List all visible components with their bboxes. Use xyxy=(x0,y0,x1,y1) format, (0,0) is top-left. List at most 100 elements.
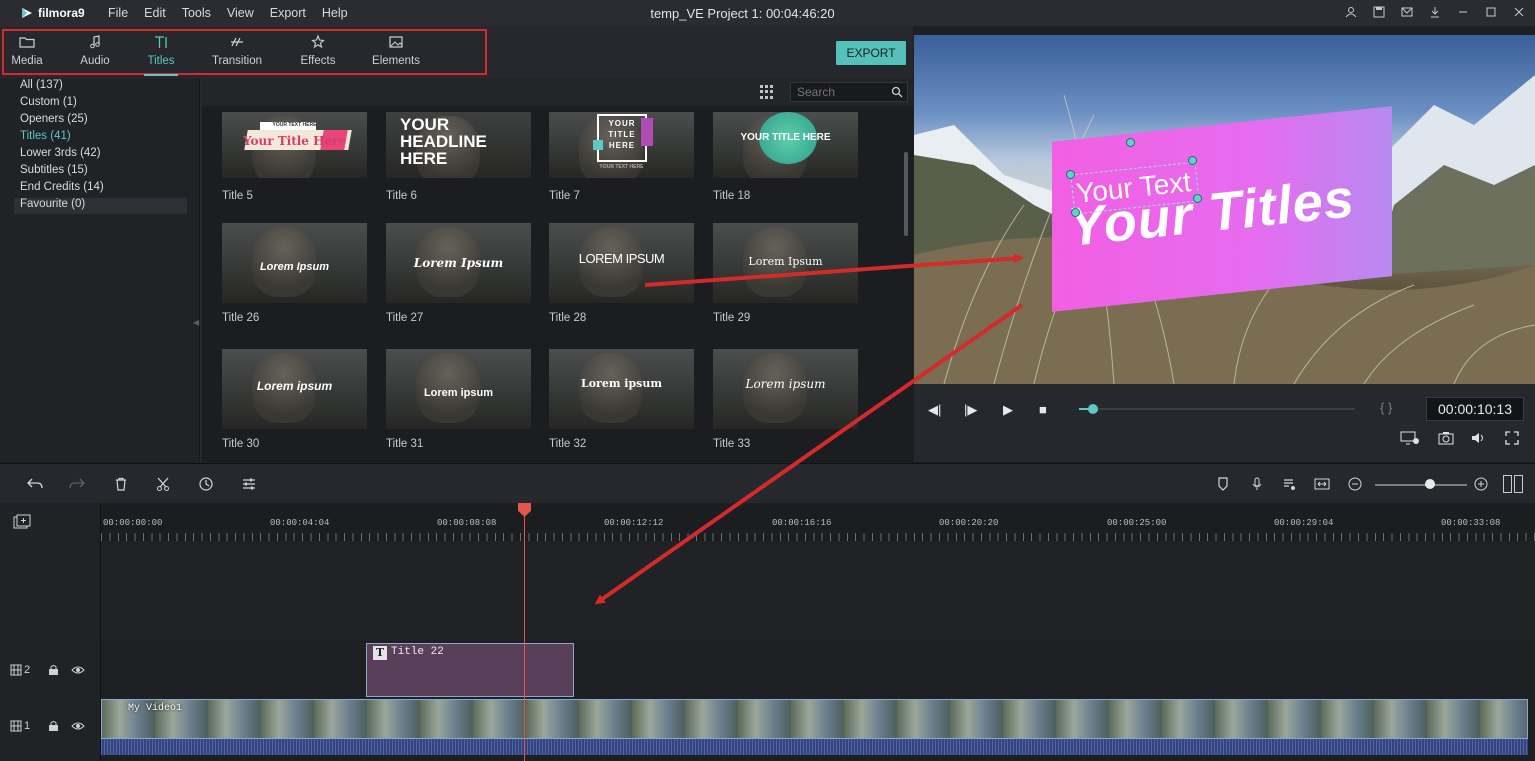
playhead-line[interactable] xyxy=(524,503,525,761)
title-thumbnail[interactable]: Lorem Ipsum Title 29 xyxy=(713,223,858,324)
category-titles[interactable]: Titles (41) xyxy=(20,130,71,142)
zoom-out-icon[interactable] xyxy=(1347,476,1363,492)
title-t-icon: T xyxy=(373,646,387,660)
collapse-panel-icon[interactable]: ◀ xyxy=(193,318,199,327)
progress-knob[interactable] xyxy=(1087,404,1098,414)
display-settings-icon[interactable] xyxy=(1400,431,1420,448)
zoom-slider[interactable] xyxy=(1375,484,1467,486)
title-thumbnail[interactable]: Lorem ipsum Title 31 xyxy=(386,349,531,450)
voiceover-list-icon[interactable] xyxy=(1282,476,1298,492)
next-frame-icon[interactable]: |▶ xyxy=(964,402,977,418)
eye-icon[interactable] xyxy=(71,665,85,675)
category-end-credits[interactable]: End Credits (14) xyxy=(20,181,104,193)
menu-edit[interactable]: Edit xyxy=(144,6,166,20)
snapshot-camera-icon[interactable] xyxy=(1438,431,1454,448)
minimize-icon[interactable] xyxy=(1455,4,1471,20)
fullscreen-icon[interactable] xyxy=(1505,431,1519,448)
mail-icon[interactable] xyxy=(1399,4,1415,20)
thumbnail-label: Title 26 xyxy=(222,312,260,324)
category-favourite[interactable]: Favourite (0) xyxy=(20,198,85,210)
title-thumbnail[interactable]: YOUR TITLE HERE YOUR TEXT HERE Title 7 xyxy=(549,112,694,202)
thumbnail-label: Title 27 xyxy=(386,312,424,324)
mark-in-out-icon[interactable]: { } xyxy=(1380,400,1392,415)
menu-file[interactable]: File xyxy=(108,6,128,20)
stop-icon[interactable]: ■ xyxy=(1039,402,1047,417)
menu-help[interactable]: Help xyxy=(322,6,348,20)
audio-waveform[interactable] xyxy=(101,739,1528,755)
delete-icon[interactable] xyxy=(113,476,129,492)
time-ruler[interactable]: 00:00:00:00 00:00:04:04 00:00:08:08 00:0… xyxy=(101,503,1535,541)
search-icon[interactable] xyxy=(891,86,903,98)
search-input[interactable] xyxy=(791,83,881,101)
title-clip[interactable]: T Title 22 xyxy=(366,643,574,697)
video-clip[interactable]: My Video1 xyxy=(101,699,1528,739)
redo-icon[interactable] xyxy=(69,476,85,492)
split-view-icon[interactable] xyxy=(1503,475,1523,493)
category-all[interactable]: All (137) xyxy=(20,79,63,91)
category-lower-3rds[interactable]: Lower 3rds (42) xyxy=(20,147,101,159)
filmora-logo-icon xyxy=(22,8,32,18)
tab-audio[interactable]: Audio xyxy=(60,34,130,67)
add-track-icon[interactable] xyxy=(13,514,31,530)
title-thumbnail[interactable]: Lorem ipsum Title 30 xyxy=(222,349,367,450)
resize-handle[interactable] xyxy=(1066,170,1075,179)
undo-icon[interactable] xyxy=(27,476,43,492)
eye-icon[interactable] xyxy=(71,721,85,731)
tab-elements[interactable]: Elements xyxy=(361,34,431,67)
tab-titles[interactable]: Titles xyxy=(126,34,196,76)
menu-tools[interactable]: Tools xyxy=(182,6,211,20)
title-thumbnail[interactable]: Lorem ipsum Title 32 xyxy=(549,349,694,450)
resize-handle[interactable] xyxy=(1188,156,1197,165)
save-icon[interactable] xyxy=(1371,4,1387,20)
title-thumbnail[interactable]: LOREM IPSUM Title 28 xyxy=(549,223,694,324)
tab-media[interactable]: Media xyxy=(0,34,62,67)
close-icon[interactable] xyxy=(1511,4,1527,20)
zoom-in-icon[interactable] xyxy=(1473,476,1489,492)
adjust-sliders-icon[interactable] xyxy=(241,476,257,492)
account-icon[interactable] xyxy=(1343,4,1359,20)
title-thumbnail[interactable]: YOUR HEADLINE HERE Title 6 xyxy=(386,112,531,202)
maximize-icon[interactable] xyxy=(1483,4,1499,20)
cut-scissors-icon[interactable] xyxy=(155,476,171,492)
thumbnail-image: Your Title Here YOUR TEXT HERE xyxy=(222,112,367,178)
lock-icon[interactable] xyxy=(48,720,59,732)
playback-progress[interactable] xyxy=(1079,404,1355,414)
menu-view[interactable]: View xyxy=(227,6,254,20)
tab-titles-label: Titles xyxy=(147,55,175,67)
category-custom[interactable]: Custom (1) xyxy=(20,96,77,108)
title-thumbnail[interactable]: Lorem ipsum Title 33 xyxy=(713,349,858,450)
volume-icon[interactable] xyxy=(1471,431,1487,448)
category-subtitles[interactable]: Subtitles (15) xyxy=(20,164,88,176)
title-thumbnail[interactable]: Lorem Ipsum Title 26 xyxy=(222,223,367,324)
timeline-panel: 2 1 00:00:00:00 00:00:04:04 00:00:08:08 … xyxy=(0,503,1535,761)
menu-export[interactable]: Export xyxy=(270,6,306,20)
category-openers[interactable]: Openers (25) xyxy=(20,113,88,125)
rotate-handle[interactable] xyxy=(1126,138,1135,147)
search-box[interactable] xyxy=(790,82,908,102)
download-icon[interactable] xyxy=(1427,4,1443,20)
empty-track-area[interactable] xyxy=(101,541,1535,641)
zoom-slider-knob[interactable] xyxy=(1425,479,1436,489)
title-clip-name: Title 22 xyxy=(391,646,444,658)
marker-icon[interactable] xyxy=(1215,476,1231,492)
tab-effects[interactable]: Effects xyxy=(283,34,353,67)
thumbnail-image: Lorem Ipsum xyxy=(222,223,367,303)
fit-timeline-icon[interactable] xyxy=(1314,476,1330,492)
grid-view-icon[interactable] xyxy=(760,85,774,99)
library-scrollbar[interactable] xyxy=(904,152,908,236)
play-icon[interactable]: ▶ xyxy=(1003,402,1013,418)
title-thumbnail[interactable]: Your Title Here YOUR TEXT HERE Title 5 xyxy=(222,112,367,202)
resize-handle[interactable] xyxy=(1071,208,1080,217)
title-thumbnail[interactable]: Lorem Ipsum Title 27 xyxy=(386,223,531,324)
resize-handle[interactable] xyxy=(1193,194,1202,203)
track-2[interactable] xyxy=(101,642,1535,698)
speed-clock-icon[interactable] xyxy=(198,476,214,492)
lock-icon[interactable] xyxy=(48,664,59,676)
export-button[interactable]: EXPORT xyxy=(836,41,906,65)
active-tab-underline xyxy=(144,74,178,76)
title-thumbnail[interactable]: YOUR TITLE HERE Title 18 xyxy=(713,112,858,202)
microphone-icon[interactable] xyxy=(1249,476,1265,492)
previous-frame-icon[interactable]: ◀| xyxy=(928,402,941,418)
thumbnail-label: Title 29 xyxy=(713,312,751,324)
tab-transition[interactable]: Transition xyxy=(202,34,272,67)
